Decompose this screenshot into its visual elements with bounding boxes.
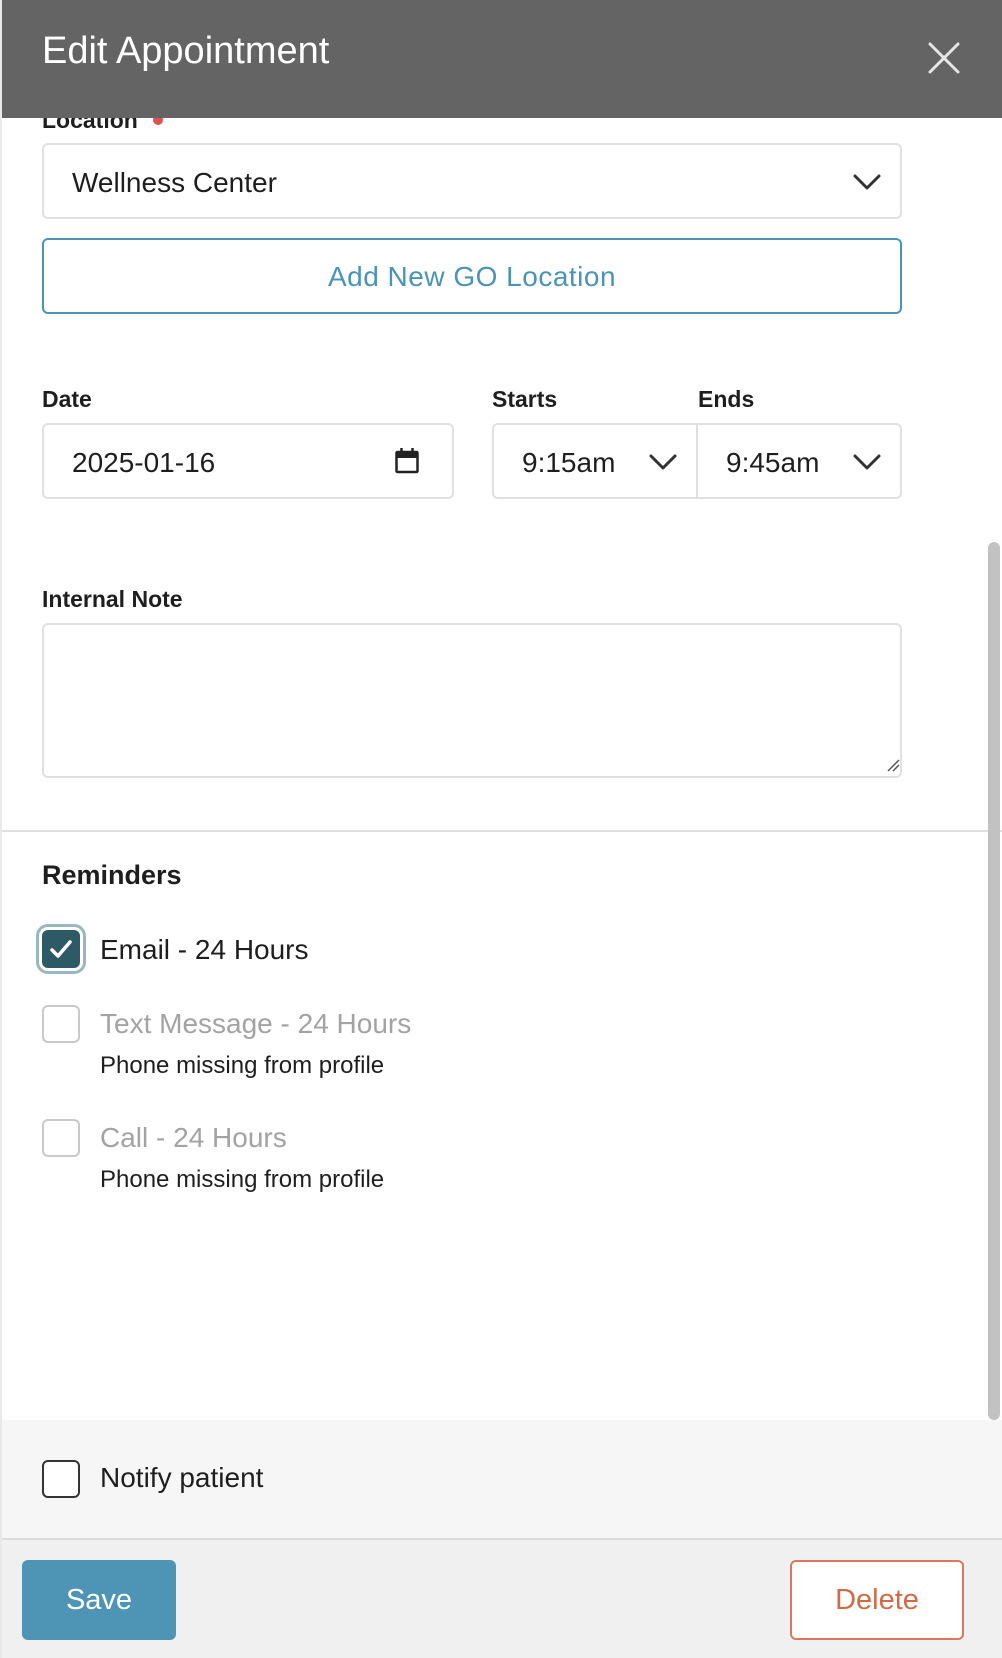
reminder-text-checkbox[interactable] <box>42 1005 80 1043</box>
close-button[interactable] <box>922 36 966 80</box>
save-button[interactable]: Save <box>22 1560 176 1640</box>
required-indicator <box>153 118 163 125</box>
chevron-down-icon <box>853 454 881 470</box>
internal-note-label: Internal Note <box>42 586 183 612</box>
dialog-body[interactable]: Location Wellness Center Add New GO Loca… <box>2 118 1002 1420</box>
date-input[interactable]: 2025-01-16 <box>42 423 454 499</box>
reminder-text-note: Phone missing from profile <box>100 1052 385 1079</box>
scrollbar-thumb[interactable] <box>988 542 1000 1420</box>
checkmark-icon <box>50 940 72 958</box>
date-input-value: 2025-01-16 <box>72 447 216 478</box>
delete-button[interactable]: Delete <box>790 1560 964 1640</box>
dialog-title: Edit Appointment <box>42 30 330 72</box>
section-divider <box>2 830 1002 832</box>
edit-appointment-dialog: Edit Appointment Location Wellness Cente… <box>2 0 1002 1658</box>
location-label: Location <box>42 118 138 133</box>
reminder-call-note: Phone missing from profile <box>100 1166 385 1193</box>
starts-select[interactable]: 9:15am <box>492 423 698 499</box>
starts-select-value: 9:15am <box>522 447 616 478</box>
location-select[interactable]: Wellness Center <box>42 143 902 219</box>
notify-patient-label[interactable]: Notify patient <box>100 1462 263 1494</box>
dialog-header: Edit Appointment <box>2 0 1002 118</box>
add-new-go-location-button[interactable]: Add New GO Location <box>42 238 902 314</box>
ends-select[interactable]: 9:45am <box>696 423 902 499</box>
resize-handle-icon[interactable] <box>886 758 900 772</box>
reminder-call-label: Call - 24 Hours <box>100 1122 287 1153</box>
reminders-title: Reminders <box>42 860 182 890</box>
internal-note-textarea[interactable] <box>42 623 902 778</box>
close-icon <box>928 42 960 74</box>
notify-patient-checkbox[interactable] <box>42 1460 80 1498</box>
reminder-email-checkbox[interactable] <box>42 930 80 968</box>
chevron-down-icon <box>649 454 677 470</box>
ends-select-value: 9:45am <box>726 447 820 478</box>
starts-label: Starts <box>492 386 558 412</box>
reminder-call-checkbox[interactable] <box>42 1119 80 1157</box>
notify-section: Notify patient <box>2 1420 1002 1538</box>
reminder-email-label[interactable]: Email - 24 Hours <box>100 934 309 966</box>
chevron-down-icon <box>853 174 881 190</box>
ends-label: Ends <box>698 386 755 412</box>
calendar-icon[interactable] <box>394 447 420 475</box>
location-select-value: Wellness Center <box>72 167 277 198</box>
reminder-text-label: Text Message - 24 Hours <box>100 1008 412 1039</box>
dialog-footer: Save Delete <box>2 1538 1002 1658</box>
date-label: Date <box>42 386 92 412</box>
